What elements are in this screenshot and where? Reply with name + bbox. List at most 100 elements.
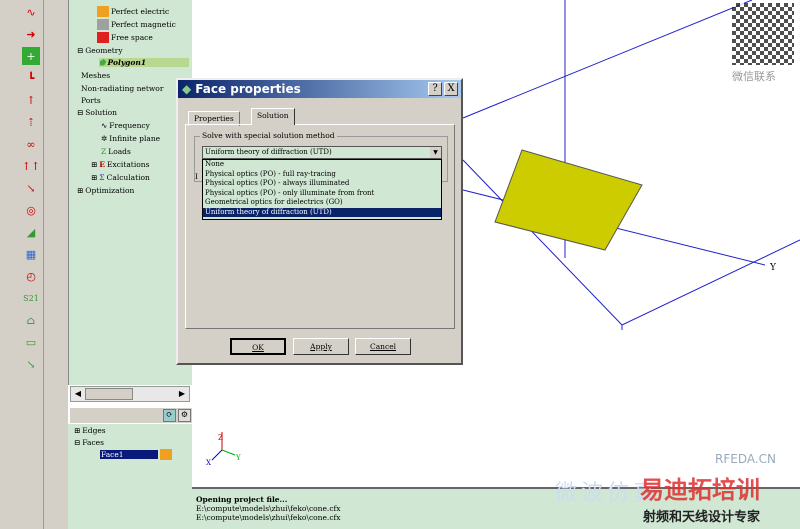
tree-item-solution[interactable]: ⊟ Solution [77, 108, 117, 117]
antenna-icon[interactable]: ⌂ [22, 311, 40, 329]
calculation-icon: Σ [99, 173, 105, 182]
apply-button[interactable]: Apply [293, 338, 349, 355]
option-po-full[interactable]: Physical optics (PO) - full ray-tracing [205, 170, 441, 180]
port-icon[interactable]: ┗ [22, 69, 40, 87]
refresh-icon[interactable]: ⟳ [163, 409, 176, 422]
tree-item-frequency[interactable]: ∿ Frequency [101, 121, 150, 130]
watermark-site: RFEDA.CN [715, 452, 777, 466]
probe-icon[interactable]: ↘ [22, 179, 40, 197]
tree-label: Frequency [109, 121, 150, 130]
watermark-brand: 易迪拓培训 [640, 476, 760, 504]
up-arrow-icon[interactable]: ↑ [22, 91, 40, 109]
tree-label: Solution [85, 108, 117, 117]
signal-icon[interactable]: ▦ [22, 245, 40, 263]
tree-item-calculation[interactable]: ⊞ Σ Calculation [91, 173, 150, 182]
tree-item-meshes[interactable]: Meshes [81, 71, 110, 80]
tree-label: Edges [82, 426, 106, 435]
tab-solution[interactable]: Solution [251, 108, 295, 125]
tree-label: Infinite plane [109, 134, 161, 143]
close-button[interactable]: X [444, 82, 458, 96]
tree-label: Meshes [81, 71, 111, 80]
tree-item-infinite-plane[interactable]: ✲ Infinite plane [101, 134, 160, 143]
tree-item-loads[interactable]: Z Loads [101, 147, 131, 156]
s21-icon[interactable]: S21 [22, 289, 40, 307]
help-button[interactable]: ? [428, 82, 442, 96]
tree-label: Geometry [85, 46, 123, 55]
color-swatch [97, 6, 109, 17]
tray-icon[interactable]: ▭ [22, 333, 40, 351]
tree-label: Perfect magnetic [111, 20, 176, 29]
tree-item-polygon1[interactable]: ⬟ Polygon1 [99, 58, 189, 67]
triad-y-label: Y [235, 454, 241, 462]
tree-label: Ports [81, 96, 101, 105]
chevron-down-icon[interactable]: ▼ [430, 147, 441, 158]
radar-icon[interactable]: ◢ [22, 223, 40, 241]
tree-label: Optimization [85, 186, 135, 195]
tree-label: Calculation [106, 173, 150, 182]
tree-item-excitations[interactable]: ⊞ E Excitations [91, 160, 149, 169]
details-toolbar: ⟳ ⚙ [70, 408, 192, 423]
scroll-left-icon[interactable]: ◀ [72, 388, 84, 400]
excitation-icon[interactable]: ↑↑ [22, 157, 40, 175]
tree-label: Free space [111, 33, 153, 42]
loads-icon: Z [101, 147, 107, 156]
tree-item-networks[interactable]: Non-radiating networ [81, 84, 163, 93]
cancel-button[interactable]: Cancel [355, 338, 411, 355]
option-po-always[interactable]: Physical optics (PO) - always illuminate… [205, 179, 441, 189]
option-utd[interactable]: Uniform theory of diffraction (UTD) [203, 207, 441, 217]
tree-item-face1[interactable]: Face1 [100, 449, 172, 460]
tree-item-faces[interactable]: ⊟ Faces [74, 438, 104, 447]
polygon-icon: ⬟ [99, 58, 106, 67]
toolbar-gutter [44, 0, 68, 529]
ok-button[interactable]: OK [230, 338, 286, 355]
qr-caption: 微信联系 [732, 70, 776, 83]
target-icon[interactable]: ◎ [22, 201, 40, 219]
tree-label: Polygon1 [107, 58, 147, 67]
option-none[interactable]: None [205, 160, 441, 170]
color-swatch [160, 449, 172, 460]
y-axis-label: Y [769, 263, 777, 273]
scroll-thumb[interactable] [85, 388, 133, 400]
tree-item-geometry[interactable]: ⊟ Geometry [77, 46, 123, 55]
qr-watermark [732, 3, 794, 65]
bead-icon[interactable]: ∞ [22, 135, 40, 153]
gauge-icon[interactable]: ◴ [22, 267, 40, 285]
color-swatch [97, 19, 109, 30]
solution-method-dropdown: None Physical optics (PO) - full ray-tra… [202, 159, 442, 220]
group-label: Solve with special solution method [200, 131, 337, 140]
obscured-label: I [195, 172, 198, 181]
option-po-front[interactable]: Physical optics (PO) - only illuminate f… [205, 189, 441, 199]
dialog-title: Face properties [195, 82, 301, 96]
dialog-title-bar[interactable]: ◆ Face properties [178, 80, 461, 98]
excitations-icon: E [99, 160, 106, 169]
tree-label: Non-radiating networ [81, 84, 164, 93]
tree-label: Perfect electric [111, 7, 170, 16]
tree-item-ports[interactable]: Ports [81, 96, 101, 105]
tree-label: Loads [108, 147, 131, 156]
export-icon[interactable]: ↘ [22, 355, 40, 373]
option-go[interactable]: Geometrical optics for dielectrics (GO) [205, 198, 441, 208]
triad-x-label: X [206, 459, 211, 467]
polygon1-face[interactable] [494, 149, 643, 251]
watermark-slogan: 射频和天线设计专家 [643, 510, 761, 525]
tree-item-edges[interactable]: ⊞ Edges [74, 426, 106, 435]
scroll-right-icon[interactable]: ▶ [176, 388, 188, 400]
wire-icon[interactable]: ⇡ [22, 113, 40, 131]
tree-item-free-space[interactable]: Free space [97, 32, 153, 43]
arrow-icon[interactable]: ➜ [22, 25, 40, 43]
triad-z-label: Z [218, 434, 223, 442]
tree-item-perfect-magnetic[interactable]: Perfect magnetic [97, 19, 176, 30]
tree-item-optimization[interactable]: ⊞ Optimization [77, 186, 134, 195]
tool-palette: ∿ ➜ + ┗ ↑ ⇡ ∞ ↑↑ ↘ ◎ ◢ ▦ ◴ S21 ⌂ ▭ ↘ [0, 0, 44, 529]
tree-item-perfect-electric[interactable]: Perfect electric [97, 6, 169, 17]
tree-label: Excitations [107, 160, 150, 169]
plane-icon: ✲ [101, 134, 108, 143]
frequency-icon: ∿ [101, 121, 108, 130]
tree-horizontal-scrollbar[interactable]: ◀ ▶ [70, 386, 190, 402]
settings-icon[interactable]: ⚙ [178, 409, 191, 422]
solution-method-select[interactable]: Uniform theory of diffraction (UTD) ▼ [202, 146, 442, 159]
add-icon[interactable]: + [22, 47, 40, 65]
sine-icon[interactable]: ∿ [22, 3, 40, 21]
select-value: Uniform theory of diffraction (UTD) [205, 148, 332, 156]
face-properties-dialog: ◆ Face properties ? X Properties Solution… [176, 78, 463, 365]
